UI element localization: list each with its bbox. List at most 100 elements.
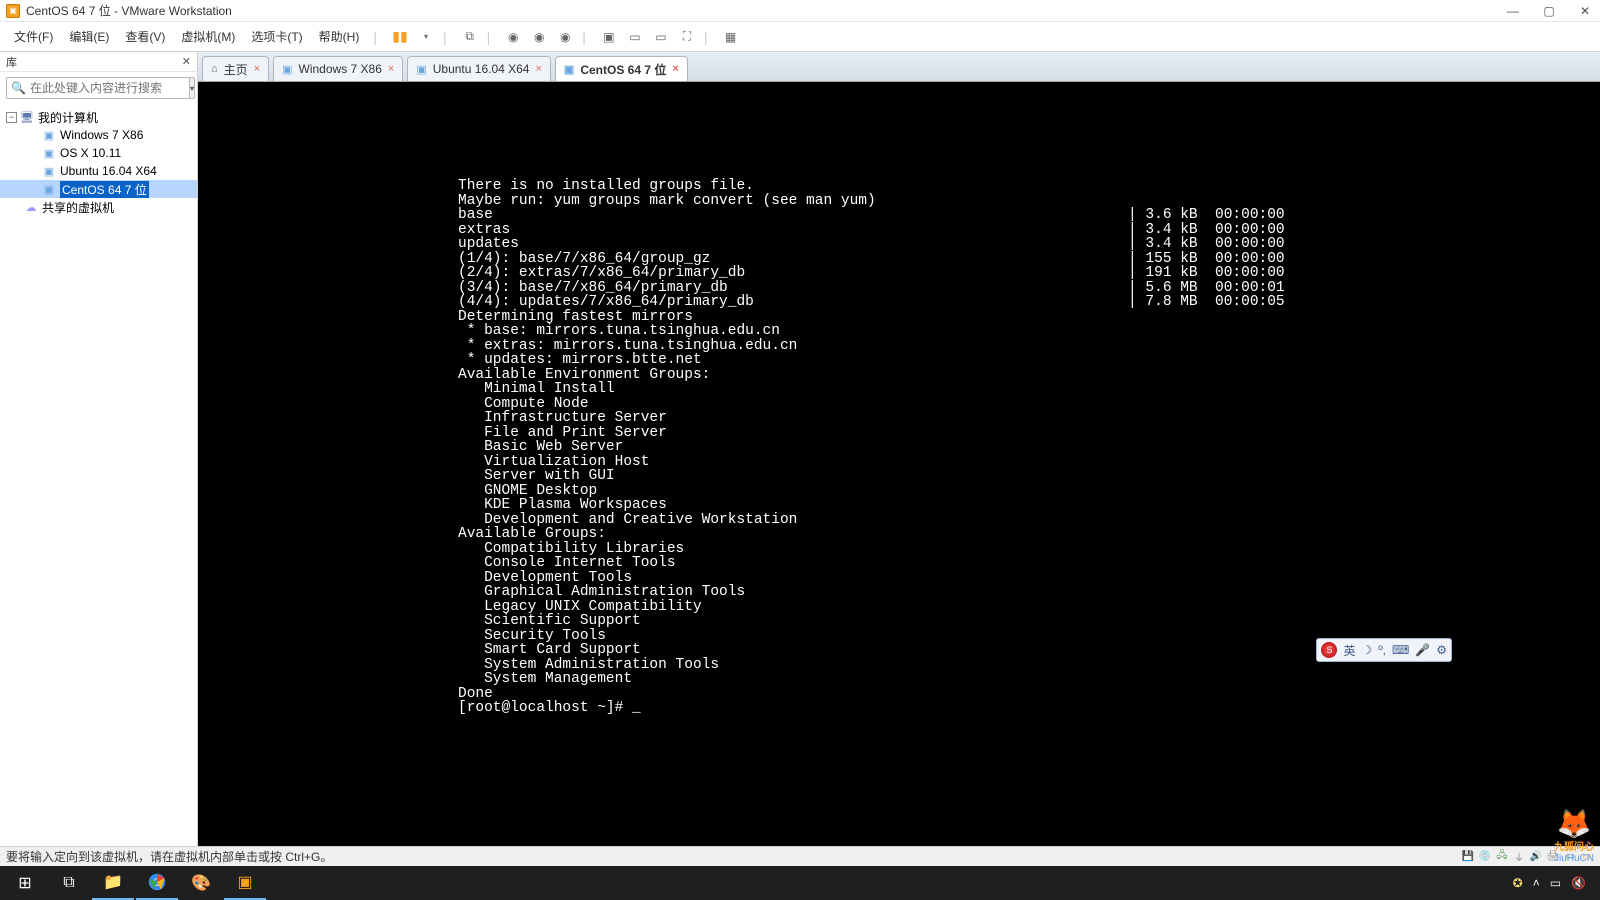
watermark-text2: JiuHuCN [1554, 853, 1594, 864]
tree-vm-ubuntu[interactable]: ▣ Ubuntu 16.04 X64 [0, 162, 197, 180]
tab-windows7[interactable]: ▣ Windows 7 X86 × [273, 56, 403, 81]
library-search-box[interactable]: 🔍 [6, 77, 190, 99]
device-network-icon[interactable]: 🖧 [1495, 850, 1509, 864]
thumbnail-button[interactable]: ▦ [720, 26, 742, 48]
ime-lang[interactable]: 英 [1343, 642, 1355, 659]
pause-button[interactable]: ▮▮ [389, 26, 411, 48]
main-area: 库 ✕ 🔍 ▾ − 🖥 我的计算机 ▣ Windows 7 X86 ▣ OS X… [0, 52, 1600, 846]
close-button[interactable]: ✕ [1576, 2, 1594, 20]
computer-icon: 🖥 [20, 111, 34, 124]
minimize-button[interactable]: — [1504, 2, 1522, 20]
tab-close-icon[interactable]: × [672, 63, 678, 75]
device-sound-icon[interactable]: 🔊 [1529, 850, 1543, 864]
title-bar: ▣ CentOS 64 7 位 - VMware Workstation — ▢… [0, 0, 1600, 22]
tree-label: CentOS 64 7 位 [60, 181, 149, 198]
console-view-button[interactable]: ▭ [650, 26, 672, 48]
ime-moon-icon[interactable]: ☽ [1361, 643, 1372, 657]
search-icon: 🔍 [11, 81, 26, 95]
tab-centos[interactable]: ▣ CentOS 64 7 位 × [555, 56, 688, 81]
tree-shared-vms[interactable]: ☁ 共享的虚拟机 [0, 198, 197, 216]
tree-label: Ubuntu 16.04 X64 [60, 164, 157, 178]
tree-label: 共享的虚拟机 [42, 199, 114, 216]
tab-label: Ubuntu 16.04 X64 [433, 62, 530, 76]
send-ctrl-alt-del-button[interactable]: ⧉ [459, 26, 481, 48]
tab-label: 主页 [224, 61, 248, 78]
ime-punct-icon[interactable]: º, [1378, 643, 1386, 657]
library-title: 库 [6, 54, 17, 70]
menu-vm[interactable]: 虚拟机(M) [173, 24, 243, 49]
home-icon: ⌂ [211, 63, 218, 75]
unity-button[interactable]: ▭ [624, 26, 646, 48]
tree-my-computer[interactable]: − 🖥 我的计算机 [0, 108, 197, 126]
power-dropdown[interactable]: ▾ [415, 26, 437, 48]
taskbar-vmware[interactable]: ▣ [224, 866, 266, 900]
fox-icon: 🦊 [1554, 810, 1594, 838]
menu-edit[interactable]: 编辑(E) [61, 24, 117, 49]
start-button[interactable]: ⊞ [4, 866, 46, 900]
menu-file[interactable]: 文件(F) [6, 24, 61, 49]
ime-toolbar[interactable]: S 英 ☽ º, ⌨ 🎤 ⚙ [1316, 638, 1452, 662]
device-usb-icon[interactable]: ⏚ [1512, 850, 1526, 864]
tree-vm-osx[interactable]: ▣ OS X 10.11 [0, 144, 197, 162]
tab-label: Windows 7 X86 [299, 62, 382, 76]
maximize-button[interactable]: ▢ [1540, 2, 1558, 20]
fullscreen-button[interactable]: ▣ [598, 26, 620, 48]
search-input[interactable] [30, 81, 185, 95]
tray-ime-icon[interactable]: ✪ [1513, 876, 1523, 890]
tab-label: CentOS 64 7 位 [580, 61, 666, 78]
library-close-button[interactable]: ✕ [182, 55, 191, 68]
tray-volume-icon[interactable]: 🔇 [1571, 876, 1586, 890]
tab-close-icon[interactable]: × [388, 63, 394, 75]
app-icon: ▣ [6, 4, 20, 18]
shared-icon: ☁ [24, 201, 38, 214]
menu-help[interactable]: 帮助(H) [311, 24, 368, 49]
library-panel: 库 ✕ 🔍 ▾ − 🖥 我的计算机 ▣ Windows 7 X86 ▣ OS X… [0, 52, 198, 846]
vm-icon: ▣ [42, 183, 56, 196]
vm-icon: ▣ [416, 63, 426, 76]
window-title: CentOS 64 7 位 - VMware Workstation [26, 2, 1504, 19]
tab-close-icon[interactable]: × [254, 63, 260, 75]
menu-view[interactable]: 查看(V) [117, 24, 173, 49]
tree-vm-windows7[interactable]: ▣ Windows 7 X86 [0, 126, 197, 144]
vm-console[interactable]: There is no installed groups file. Maybe… [198, 82, 1600, 846]
vm-icon: ▣ [42, 147, 56, 160]
stretch-button[interactable]: ⛶ [676, 26, 698, 48]
tree-label: Windows 7 X86 [60, 128, 143, 142]
ime-keyboard-icon[interactable]: ⌨ [1392, 643, 1409, 657]
ime-settings-icon[interactable]: ⚙ [1436, 643, 1447, 657]
tab-ubuntu[interactable]: ▣ Ubuntu 16.04 X64 × [407, 56, 551, 81]
tab-home[interactable]: ⌂ 主页 × [202, 56, 269, 81]
vm-icon: ▣ [42, 165, 56, 178]
vm-icon: ▣ [42, 129, 56, 142]
vm-icon: ▣ [282, 63, 292, 76]
menu-tabs[interactable]: 选项卡(T) [243, 24, 310, 49]
system-tray: ✪ ˄ ▭ 🔇 [1503, 876, 1596, 890]
snapshot-button[interactable]: ◉ [502, 26, 524, 48]
watermark: 🦊 九狐问心 JiuHuCN [1554, 810, 1594, 864]
windows-taskbar: ⊞ ⧉ 📁 🎨 ▣ ✪ ˄ ▭ 🔇 [0, 866, 1600, 900]
status-bar: 要将输入定向到该虚拟机，请在虚拟机内部单击或按 Ctrl+G。 💾 💿 🖧 ⏚ … [0, 846, 1600, 866]
watermark-text1: 九狐问心 [1554, 838, 1594, 853]
status-text: 要将输入定向到该虚拟机，请在虚拟机内部单击或按 Ctrl+G。 [6, 848, 332, 865]
tab-bar: ⌂ 主页 × ▣ Windows 7 X86 × ▣ Ubuntu 16.04 … [198, 52, 1600, 82]
device-disk-icon[interactable]: 💾 [1461, 850, 1475, 864]
tree-label: OS X 10.11 [60, 146, 121, 160]
content-area: ⌂ 主页 × ▣ Windows 7 X86 × ▣ Ubuntu 16.04 … [198, 52, 1600, 846]
search-dropdown[interactable]: ▾ [190, 77, 195, 99]
tray-action-center-icon[interactable]: ▭ [1550, 876, 1561, 890]
tab-close-icon[interactable]: × [535, 63, 541, 75]
revert-snapshot-button[interactable]: ◉ [528, 26, 550, 48]
vm-icon: ▣ [564, 63, 574, 76]
ime-mic-icon[interactable]: 🎤 [1415, 643, 1430, 657]
taskbar-chrome[interactable] [136, 866, 178, 900]
tree-vm-centos[interactable]: ▣ CentOS 64 7 位 [0, 180, 197, 198]
taskbar-paint[interactable]: 🎨 [180, 866, 222, 900]
tray-chevron-up-icon[interactable]: ˄ [1533, 876, 1540, 890]
taskbar-explorer[interactable]: 📁 [92, 866, 134, 900]
ime-logo-icon: S [1321, 642, 1337, 658]
snapshot-manager-button[interactable]: ◉ [554, 26, 576, 48]
expand-icon[interactable]: − [6, 112, 17, 123]
task-view-button[interactable]: ⧉ [48, 866, 90, 900]
device-cd-icon[interactable]: 💿 [1478, 850, 1492, 864]
tree-label: 我的计算机 [38, 109, 98, 126]
